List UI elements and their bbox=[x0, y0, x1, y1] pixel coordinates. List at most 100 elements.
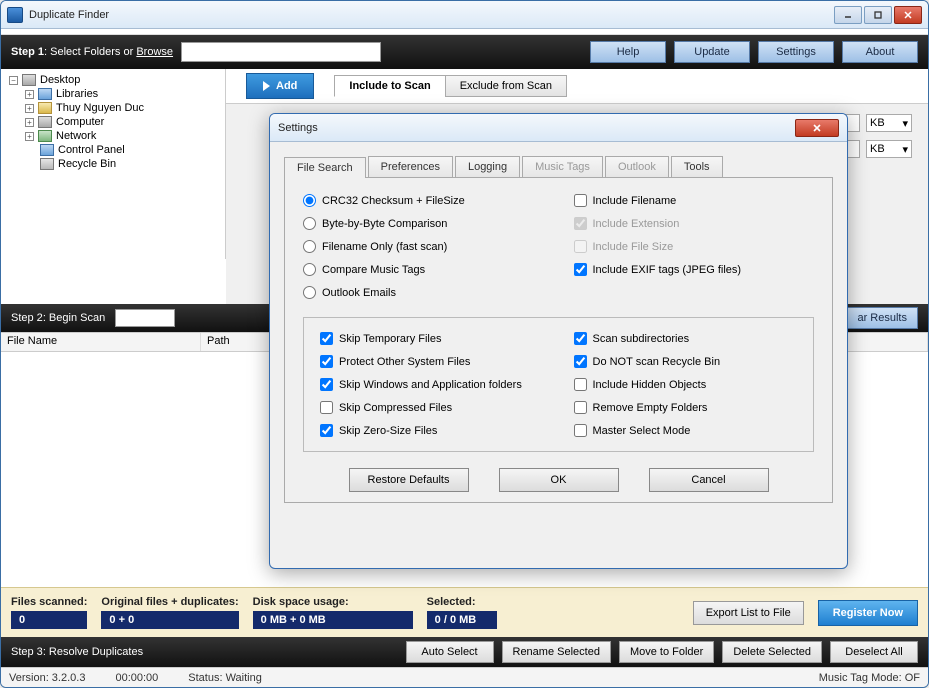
desktop-icon bbox=[22, 74, 36, 86]
tab-include[interactable]: Include to Scan bbox=[334, 75, 445, 97]
libraries-icon bbox=[38, 88, 52, 100]
recycle-bin-icon bbox=[40, 158, 54, 170]
orig-dup-label: Original files + duplicates: bbox=[101, 596, 238, 608]
check-remove-empty[interactable]: Remove Empty Folders bbox=[574, 401, 798, 414]
control-panel-icon bbox=[40, 144, 54, 156]
check-skip-win[interactable]: Skip Windows and Application folders bbox=[320, 378, 544, 391]
step3-label: Step 3 bbox=[11, 646, 43, 658]
check-include-hidden[interactable]: Include Hidden Objects bbox=[574, 378, 798, 391]
elapsed-text: 00:00:00 bbox=[115, 672, 158, 684]
tab-tools[interactable]: Tools bbox=[671, 156, 723, 177]
register-now-button[interactable]: Register Now bbox=[818, 600, 918, 626]
expand-icon[interactable]: + bbox=[25, 132, 34, 141]
tree-item-computer[interactable]: + Computer bbox=[3, 115, 223, 129]
update-button[interactable]: Update bbox=[674, 41, 750, 63]
tree-item-controlpanel[interactable]: Control Panel bbox=[3, 143, 223, 157]
rename-selected-button[interactable]: Rename Selected bbox=[502, 641, 611, 663]
step1-label: Step 1 bbox=[11, 46, 44, 58]
size-max-unit[interactable]: KB▾ bbox=[866, 140, 912, 158]
selected-value: 0 / 0 MB bbox=[427, 611, 497, 629]
dialog-tabs: File Search Preferences Logging Music Ta… bbox=[284, 156, 833, 178]
dialog-close-button[interactable] bbox=[795, 119, 839, 137]
folder-path-input[interactable] bbox=[181, 42, 381, 62]
tab-logging[interactable]: Logging bbox=[455, 156, 520, 177]
check-scan-subdirs[interactable]: Scan subdirectories bbox=[574, 332, 798, 345]
status-text: Status: Waiting bbox=[188, 672, 262, 684]
move-to-folder-button[interactable]: Move to Folder bbox=[619, 641, 714, 663]
check-include-filename[interactable]: Include Filename bbox=[574, 194, 815, 207]
tab-preferences[interactable]: Preferences bbox=[368, 156, 453, 177]
tree-item-libraries[interactable]: +Libraries bbox=[3, 87, 223, 101]
tree-item-label: Network bbox=[56, 130, 96, 142]
expand-icon[interactable]: + bbox=[25, 104, 34, 113]
expand-icon[interactable]: + bbox=[25, 90, 34, 99]
col-filename[interactable]: File Name bbox=[1, 333, 201, 351]
delete-selected-button[interactable]: Delete Selected bbox=[722, 641, 822, 663]
minimize-button[interactable] bbox=[834, 6, 862, 24]
scan-options-group: Skip Temporary Files Protect Other Syste… bbox=[303, 317, 814, 452]
step2-text: : Begin Scan bbox=[43, 312, 105, 324]
add-row: Add Include to Scan Exclude from Scan bbox=[226, 69, 928, 103]
collapse-icon[interactable]: − bbox=[9, 76, 18, 85]
dialog-body: File Search Preferences Logging Music Ta… bbox=[270, 142, 847, 517]
tree-item-user[interactable]: + Thuy Nguyen Duc bbox=[3, 101, 223, 115]
disk-usage-label: Disk space usage: bbox=[253, 596, 413, 608]
browse-link[interactable]: Browse bbox=[136, 46, 173, 58]
version-text: Version: 3.2.0.3 bbox=[9, 672, 85, 684]
files-scanned-value: 0 bbox=[11, 611, 87, 629]
tab-file-search[interactable]: File Search bbox=[284, 157, 366, 178]
radio-byte[interactable]: Byte-by-Byte Comparison bbox=[303, 217, 544, 230]
music-mode-text: Music Tag Mode: OF bbox=[819, 672, 920, 684]
network-icon bbox=[38, 130, 52, 142]
results-tab[interactable]: ar Results bbox=[846, 307, 918, 329]
check-skip-temp[interactable]: Skip Temporary Files bbox=[320, 332, 544, 345]
tree-item-label: Computer bbox=[56, 116, 104, 128]
tab-exclude[interactable]: Exclude from Scan bbox=[445, 75, 567, 97]
tab-music-tags[interactable]: Music Tags bbox=[522, 156, 603, 177]
cancel-button[interactable]: Cancel bbox=[649, 468, 769, 492]
tree-item-network[interactable]: + Network bbox=[3, 129, 223, 143]
size-min-unit[interactable]: KB▾ bbox=[866, 114, 912, 132]
radio-filename[interactable]: Filename Only (fast scan) bbox=[303, 240, 544, 253]
scan-button-placeholder[interactable] bbox=[115, 309, 175, 327]
close-button[interactable] bbox=[894, 6, 922, 24]
orig-dup-value: 0 + 0 bbox=[101, 611, 238, 629]
user-folder-icon bbox=[38, 102, 52, 114]
folder-tree[interactable]: −Desktop +Libraries + Thuy Nguyen Duc + Co… bbox=[1, 69, 226, 259]
radio-music[interactable]: Compare Music Tags bbox=[303, 263, 544, 276]
check-no-recycle[interactable]: Do NOT scan Recycle Bin bbox=[574, 355, 798, 368]
step3-band: Step 3: Resolve Duplicates Auto Select R… bbox=[1, 637, 928, 667]
settings-dialog: Settings File Search Preferences Logging… bbox=[269, 113, 848, 569]
radio-crc[interactable]: CRC32 Checksum + FileSize bbox=[303, 194, 544, 207]
dialog-title: Settings bbox=[278, 122, 795, 134]
tab-outlook[interactable]: Outlook bbox=[605, 156, 669, 177]
export-list-button[interactable]: Export List to File bbox=[693, 601, 804, 625]
help-button[interactable]: Help bbox=[590, 41, 666, 63]
maximize-button[interactable] bbox=[864, 6, 892, 24]
deselect-all-button[interactable]: Deselect All bbox=[830, 641, 918, 663]
ok-button[interactable]: OK bbox=[499, 468, 619, 492]
check-protect-sys[interactable]: Protect Other System Files bbox=[320, 355, 544, 368]
tree-item-label: Control Panel bbox=[58, 144, 125, 156]
add-button[interactable]: Add bbox=[246, 73, 314, 99]
settings-button[interactable]: Settings bbox=[758, 41, 834, 63]
arrow-right-icon bbox=[263, 81, 270, 91]
tree-item-label: Thuy Nguyen Duc bbox=[56, 102, 144, 114]
about-button[interactable]: About bbox=[842, 41, 918, 63]
auto-select-button[interactable]: Auto Select bbox=[406, 641, 494, 663]
tree-item-recyclebin[interactable]: Recycle Bin bbox=[3, 157, 223, 171]
tree-item-label: Recycle Bin bbox=[58, 158, 116, 170]
check-skip-compressed[interactable]: Skip Compressed Files bbox=[320, 401, 544, 414]
tree-root[interactable]: −Desktop bbox=[3, 73, 223, 87]
radio-outlook[interactable]: Outlook Emails bbox=[303, 286, 544, 299]
step3-text: : Resolve Duplicates bbox=[43, 646, 143, 658]
computer-icon bbox=[38, 116, 52, 128]
expand-icon[interactable]: + bbox=[25, 118, 34, 127]
check-skip-zero[interactable]: Skip Zero-Size Files bbox=[320, 424, 544, 437]
disk-usage-value: 0 MB + 0 MB bbox=[253, 611, 413, 629]
check-master-select[interactable]: Master Select Mode bbox=[574, 424, 798, 437]
check-include-exif[interactable]: Include EXIF tags (JPEG files) bbox=[574, 263, 815, 276]
check-include-filesize: Include File Size bbox=[574, 240, 815, 253]
restore-defaults-button[interactable]: Restore Defaults bbox=[349, 468, 469, 492]
chevron-down-icon: ▾ bbox=[902, 143, 908, 156]
